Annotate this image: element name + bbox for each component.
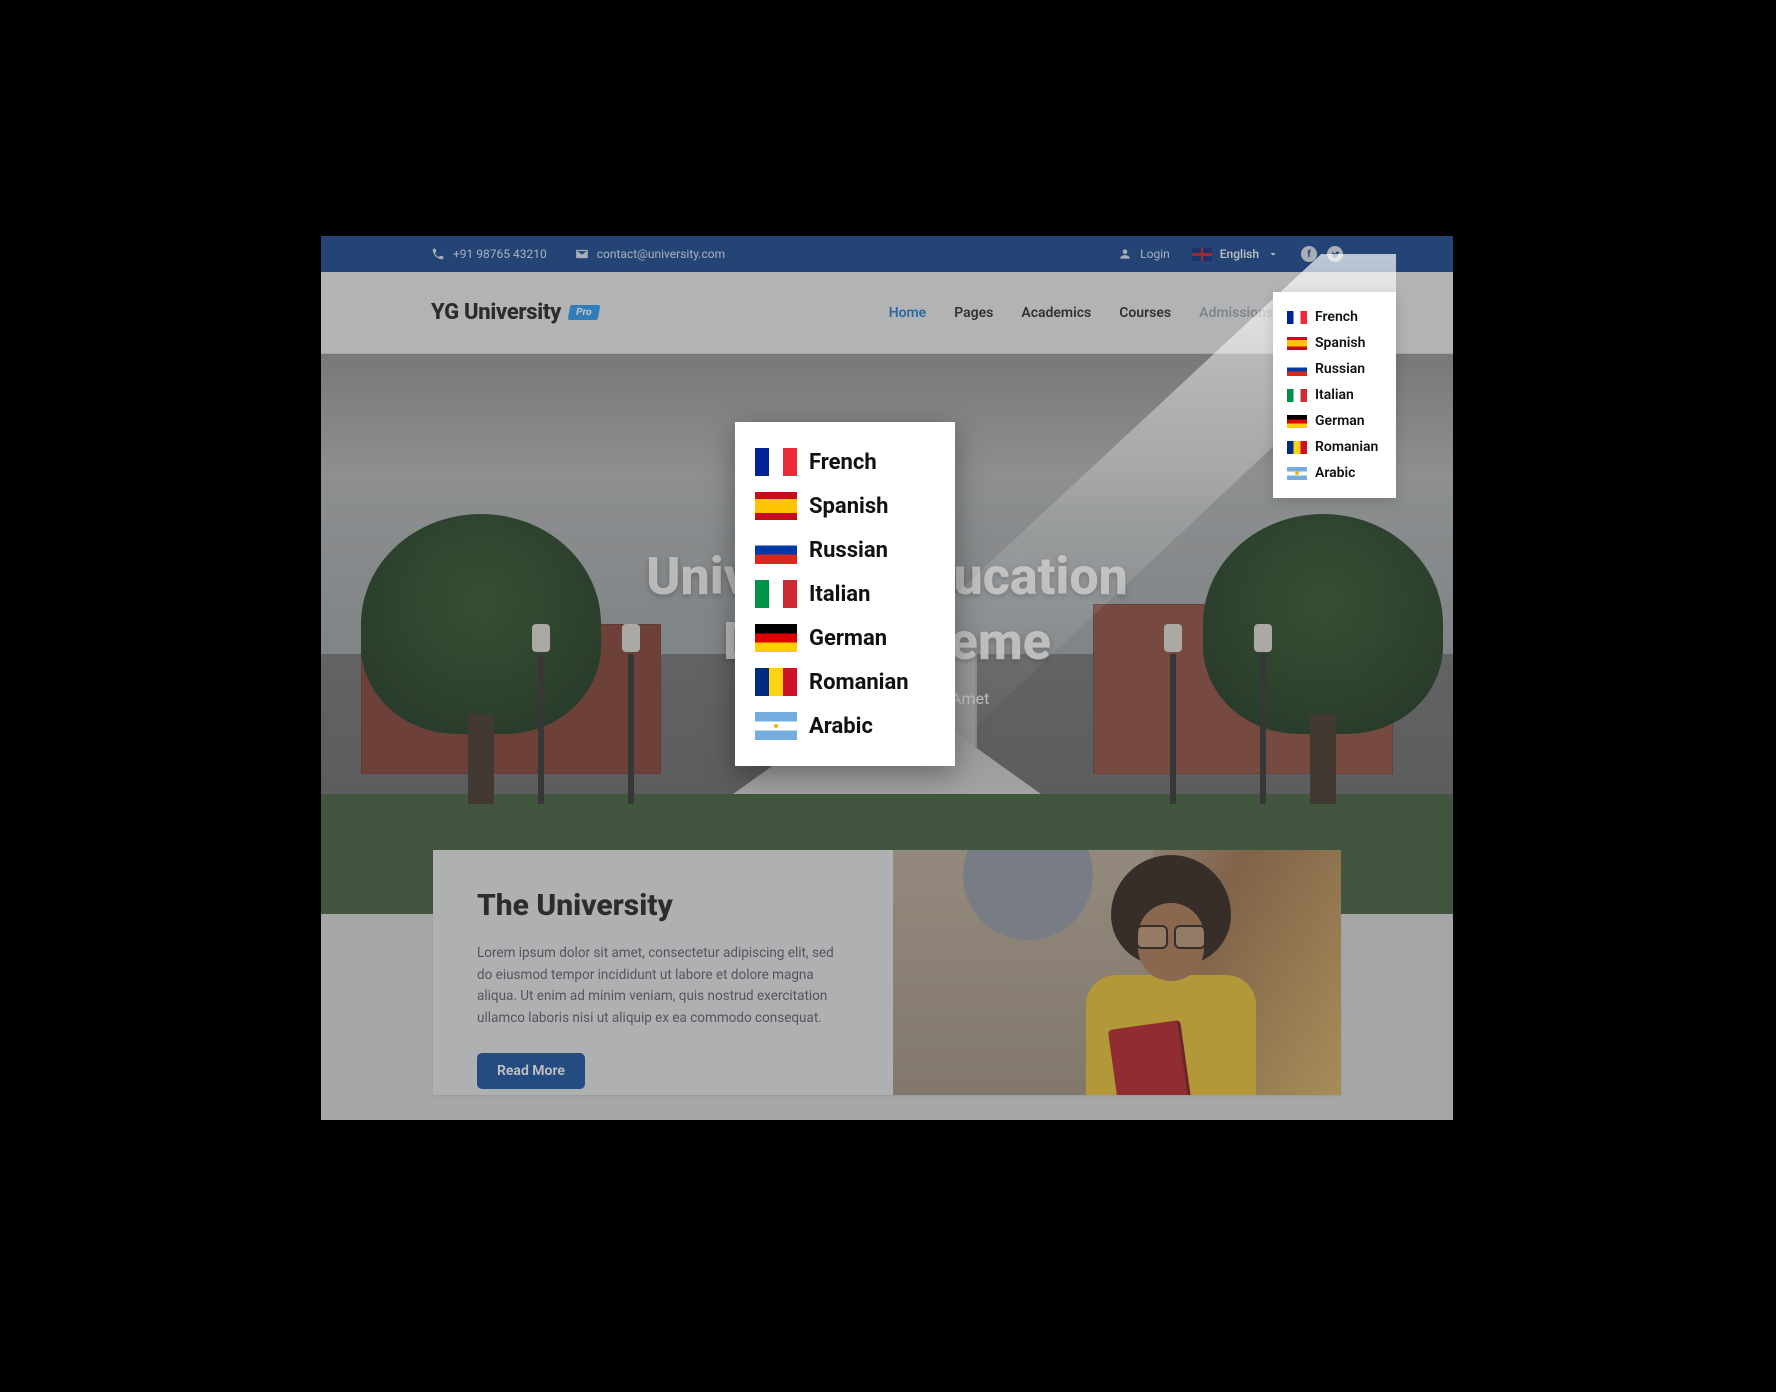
lang-option-italian[interactable]: Italian bbox=[1273, 382, 1396, 408]
twitter-icon[interactable] bbox=[1327, 246, 1343, 262]
nav-pages[interactable]: Pages bbox=[954, 305, 993, 321]
lang-zoom-german[interactable]: German bbox=[735, 616, 955, 660]
de-flag-icon bbox=[755, 624, 797, 652]
info-body: Lorem ipsum dolor sit amet, consectetur … bbox=[477, 943, 849, 1029]
login-link[interactable]: Login bbox=[1118, 247, 1170, 261]
it-flag-icon bbox=[755, 580, 797, 608]
ro-flag-icon bbox=[755, 668, 797, 696]
email-text: contact@university.com bbox=[597, 247, 725, 261]
lang-option-spanish[interactable]: Spanish bbox=[1273, 330, 1396, 356]
lang-zoom-spanish[interactable]: Spanish bbox=[735, 484, 955, 528]
email[interactable]: contact@university.com bbox=[575, 247, 725, 261]
info-image bbox=[893, 850, 1341, 1095]
logo-text: YG University bbox=[431, 300, 561, 325]
read-more-button[interactable]: Read More bbox=[477, 1053, 585, 1089]
lang-zoom-romanian[interactable]: Romanian bbox=[735, 660, 955, 704]
chevron-down-icon bbox=[1267, 248, 1279, 260]
mail-icon bbox=[575, 247, 589, 261]
logo[interactable]: YG University Pro bbox=[431, 300, 599, 325]
ro-flag-icon bbox=[1287, 441, 1307, 454]
facebook-icon[interactable]: f bbox=[1301, 246, 1317, 262]
language-current: English bbox=[1220, 247, 1259, 261]
lang-option-russian[interactable]: Russian bbox=[1273, 356, 1396, 382]
lang-zoom-russian[interactable]: Russian bbox=[735, 528, 955, 572]
lang-zoom-french[interactable]: French bbox=[735, 440, 955, 484]
nav-home[interactable]: Home bbox=[889, 305, 927, 321]
info-heading: The University bbox=[477, 888, 849, 923]
nav-admissions[interactable]: Admissions bbox=[1199, 305, 1273, 321]
es-flag-icon bbox=[755, 492, 797, 520]
de-flag-icon bbox=[1287, 415, 1307, 428]
user-icon bbox=[1118, 247, 1132, 261]
lang-zoom-italian[interactable]: Italian bbox=[735, 572, 955, 616]
info-card: The University Lorem ipsum dolor sit ame… bbox=[433, 850, 1341, 1095]
lang-zoom-arabic[interactable]: Arabic bbox=[735, 704, 955, 748]
login-label: Login bbox=[1140, 247, 1170, 261]
language-popup-zoom: French Spanish Russian Italian German Ro… bbox=[735, 422, 955, 766]
phone-text: +91 98765 43210 bbox=[453, 247, 547, 261]
nav-courses[interactable]: Courses bbox=[1119, 305, 1171, 321]
lang-option-arabic[interactable]: Arabic bbox=[1273, 460, 1396, 486]
es-flag-icon bbox=[1287, 337, 1307, 350]
lang-option-french[interactable]: French bbox=[1273, 304, 1396, 330]
lang-option-german[interactable]: German bbox=[1273, 408, 1396, 434]
language-dropdown: French Spanish Russian Italian German Ro… bbox=[1273, 292, 1396, 498]
pro-badge: Pro bbox=[568, 305, 600, 320]
phone[interactable]: +91 98765 43210 bbox=[431, 247, 547, 261]
ru-flag-icon bbox=[1287, 363, 1307, 376]
fr-flag-icon bbox=[755, 448, 797, 476]
ru-flag-icon bbox=[755, 536, 797, 564]
ar-flag-icon bbox=[755, 712, 797, 740]
it-flag-icon bbox=[1287, 389, 1307, 402]
lang-option-romanian[interactable]: Romanian bbox=[1273, 434, 1396, 460]
uk-flag-icon bbox=[1192, 248, 1212, 261]
ar-flag-icon bbox=[1287, 467, 1307, 480]
language-button[interactable]: English bbox=[1184, 236, 1287, 272]
topbar: +91 98765 43210 contact@university.com L… bbox=[321, 236, 1453, 272]
phone-icon bbox=[431, 247, 445, 261]
fr-flag-icon bbox=[1287, 311, 1307, 324]
nav-academics[interactable]: Academics bbox=[1021, 305, 1091, 321]
